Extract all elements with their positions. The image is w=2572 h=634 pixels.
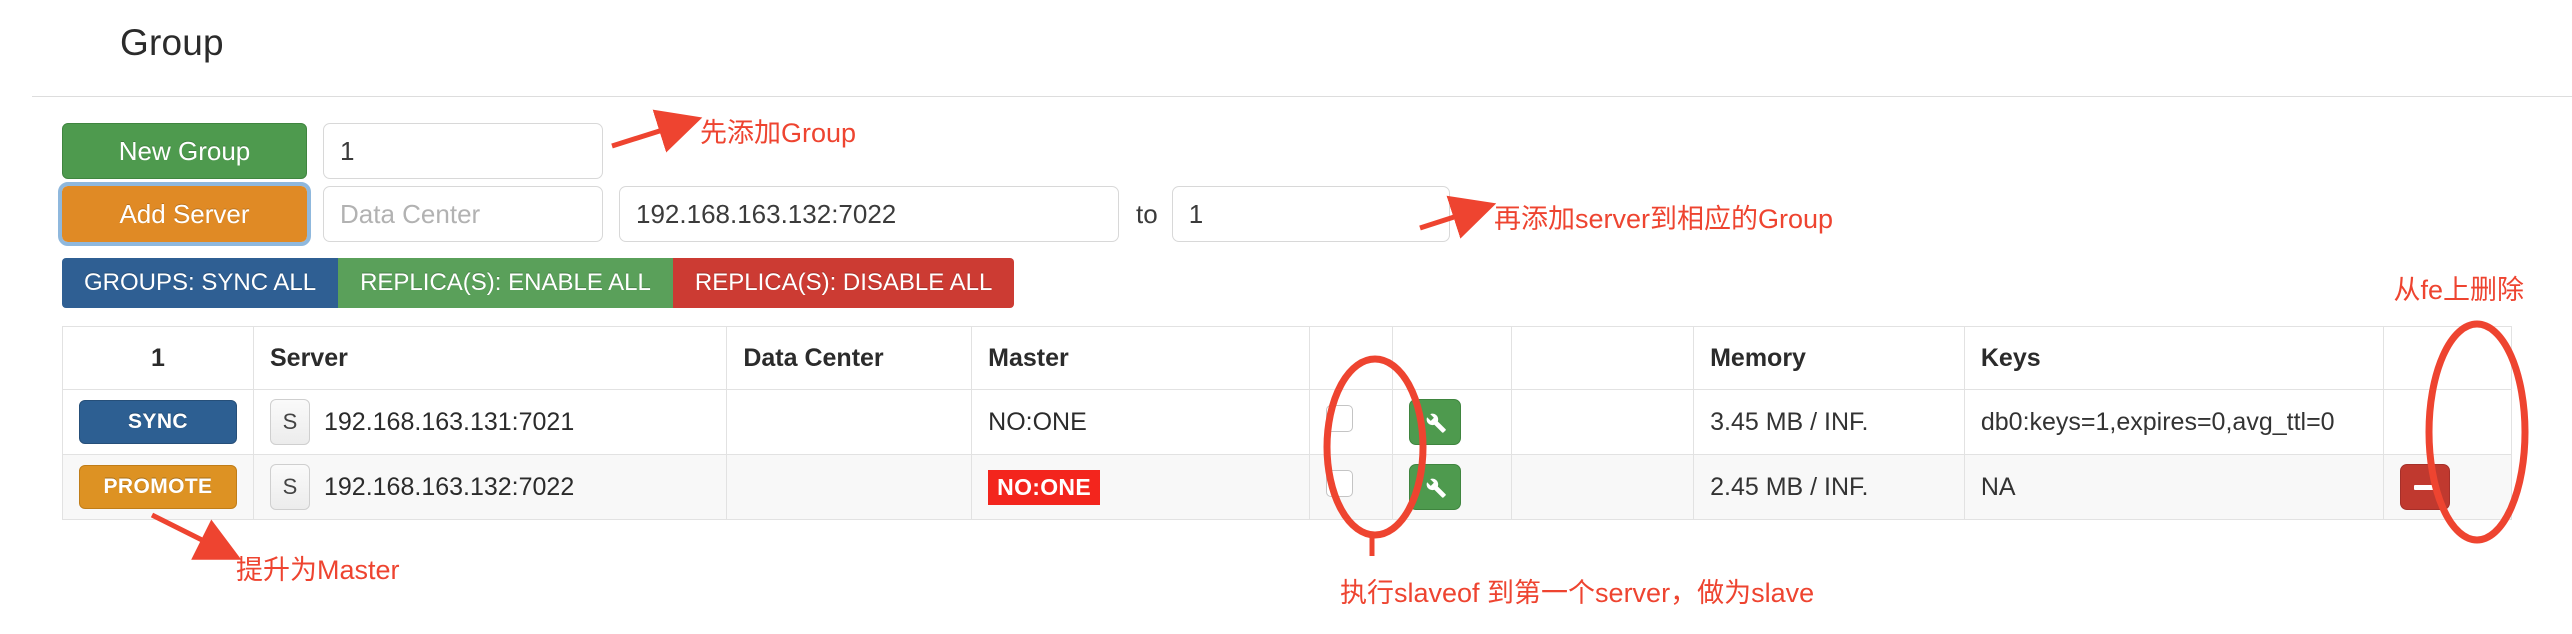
row-server-cell: S 192.168.163.131:7021 [252, 389, 728, 455]
server-address: 192.168.163.132:7022 [324, 472, 575, 501]
server-role-badge: S [270, 464, 310, 510]
table-row: PROMOTE S 192.168.163.132:7022 NO:ONE 2.… [62, 454, 2513, 520]
promote-button[interactable]: PROMOTE [79, 465, 237, 509]
row-action-cell: SYNC [62, 389, 254, 455]
column-header-server: Server [252, 326, 728, 390]
row-master-cell: NO:ONE [971, 454, 1311, 520]
column-header-memory: Memory [1693, 326, 1965, 390]
row-master-cell: NO:ONE [971, 389, 1311, 455]
column-header-tool [1392, 326, 1512, 390]
row-checkbox-cell [1309, 389, 1394, 455]
wrench-icon[interactable] [1409, 464, 1462, 510]
row-spacer-cell [1510, 389, 1695, 455]
sync-button[interactable]: SYNC [79, 400, 237, 444]
row-tool-cell [1392, 389, 1512, 455]
data-center-input[interactable] [323, 186, 603, 242]
annotation-add-group-first: 先添加Group [700, 118, 857, 148]
table-row: SYNC S 192.168.163.131:7021 NO:ONE 3.45 … [62, 389, 2513, 455]
column-header-master: Master [971, 326, 1311, 390]
column-header-datacenter: Data Center [726, 326, 973, 390]
column-header-delete [2382, 326, 2513, 390]
add-server-button[interactable]: Add Server [58, 182, 311, 246]
annotation-slaveof: 执行slaveof 到第一个server，做为slave [1340, 578, 1815, 608]
annotation-remove-from-fe: 从fe上删除 [2393, 275, 2524, 305]
row-spacer-cell [1510, 454, 1695, 520]
server-address-input[interactable] [619, 186, 1119, 242]
row-tool-cell [1392, 454, 1512, 520]
remove-server-button[interactable] [2399, 464, 2450, 510]
replicas-disable-all-button[interactable]: REPLICA(S): DISABLE ALL [672, 258, 1015, 308]
row-action-cell: PROMOTE [62, 454, 254, 520]
row-keys-cell: db0:keys=1,expires=0,avg_ttl=0 [1963, 389, 2384, 455]
bulk-action-toolbar: GROUPS: SYNC ALL REPLICA(S): ENABLE ALL … [62, 258, 1015, 308]
row-datacenter-cell [726, 454, 973, 520]
row-server-cell: S 192.168.163.132:7022 [252, 454, 728, 520]
row-checkbox-cell [1309, 454, 1394, 520]
column-header-checkbox [1309, 326, 1394, 390]
row-delete-cell [2382, 389, 2513, 455]
annotation-add-server: 再添加server到相应的Group [1494, 204, 1834, 234]
replicas-enable-all-button[interactable]: REPLICA(S): ENABLE ALL [338, 258, 673, 308]
page-title: Group [120, 22, 224, 63]
table-body: SYNC S 192.168.163.131:7021 NO:ONE 3.45 … [62, 389, 2513, 520]
to-label: to [1136, 198, 1158, 229]
group-table: 1 Server Data Center Master Memory Keys … [62, 326, 2513, 520]
column-header-group-num: 1 [62, 326, 254, 390]
title-divider [32, 96, 2572, 97]
column-header-spacer [1510, 326, 1695, 390]
new-group-button[interactable]: New Group [62, 123, 307, 179]
row-delete-cell [2382, 454, 2513, 520]
annotation-promote-master: 提升为Master [236, 555, 400, 585]
row-keys-cell: NA [1963, 454, 2384, 520]
row-memory-cell: 2.45 MB / INF. [1693, 454, 1965, 520]
target-group-input[interactable] [1171, 186, 1450, 242]
master-value: NO:ONE [988, 407, 1087, 436]
row-datacenter-cell [726, 389, 973, 455]
server-address: 192.168.163.131:7021 [324, 407, 575, 436]
new-group-id-input[interactable] [323, 123, 603, 179]
add-server-form: Add Server to [58, 182, 1450, 246]
table-header: 1 Server Data Center Master Memory Keys [62, 326, 2513, 390]
minus-icon [2413, 484, 2436, 490]
groups-sync-all-button[interactable]: GROUPS: SYNC ALL [62, 258, 339, 308]
table-header-row: 1 Server Data Center Master Memory Keys [62, 326, 2513, 390]
row-select-checkbox[interactable] [1326, 405, 1354, 432]
new-group-form: New Group [62, 123, 603, 179]
row-memory-cell: 3.45 MB / INF. [1693, 389, 1965, 455]
server-role-badge: S [270, 399, 310, 445]
wrench-icon[interactable] [1409, 399, 1462, 445]
row-select-checkbox[interactable] [1326, 470, 1354, 497]
column-header-keys: Keys [1963, 326, 2384, 390]
master-alert-badge: NO:ONE [988, 469, 1100, 505]
